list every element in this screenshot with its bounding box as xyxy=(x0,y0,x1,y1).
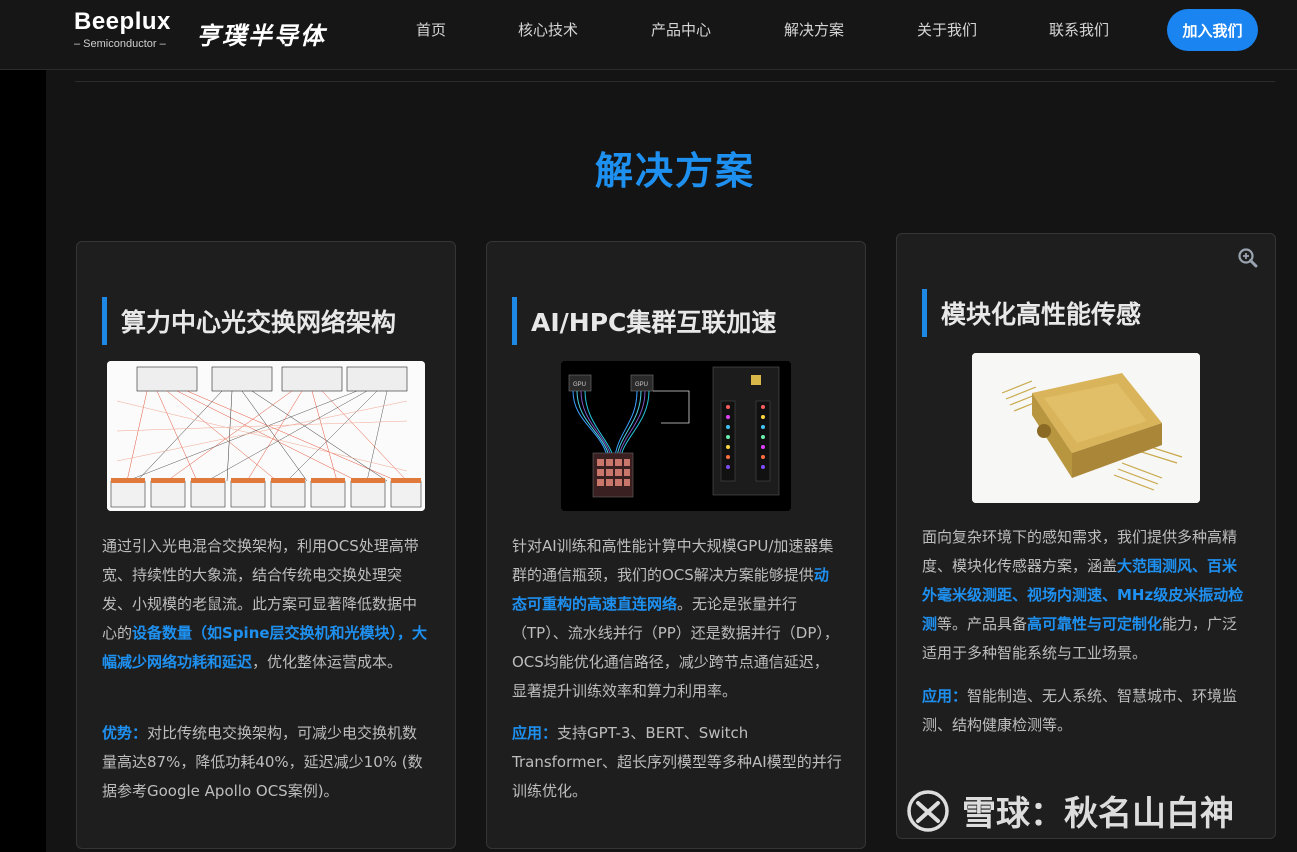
card-title: 算力中心光交换网络架构 xyxy=(102,297,396,345)
card-extra: 应用：智能制造、无人系统、智慧城市、环境监测、结构健康检测等。 xyxy=(922,682,1252,740)
card-description: 通过引入光电混合交换架构，利用OCS处理高带宽、持续性的大象流，结合传统电交换处… xyxy=(102,532,428,677)
application-label: 应用： xyxy=(512,724,558,742)
logo-wordmark: Beeplux xyxy=(74,8,171,35)
application-text: 支持GPT-3、BERT、Switch Transformer、超长序列模型等多… xyxy=(512,724,842,800)
solution-card-sensing: 模块化高性能传感 面向复杂环境下的感知需求，我们提供多种高精度、模块化传感器方案… xyxy=(896,233,1276,839)
brand-logo[interactable]: Beeplux – Semiconductor – xyxy=(74,8,184,58)
logo-chinese-name: 亨璞半导体 xyxy=(196,21,326,50)
xueqiu-logo-icon xyxy=(906,789,950,833)
zoom-in-icon[interactable] xyxy=(1238,248,1258,268)
card-description: 面向复杂环境下的感知需求，我们提供多种高精度、模块化传感器方案，涵盖大范围测风、… xyxy=(922,523,1252,668)
desc-part: 针对AI训练和高性能计算中大规模GPU/加速器集群的通信瓶颈，我们的OCS解决方… xyxy=(512,537,834,584)
advantage-text: 对比传统电交换架构，可减少电交换机数量高达87%，降低功耗40%，延迟减少10%… xyxy=(102,724,423,800)
nav-item-core-tech[interactable]: 核心技术 xyxy=(518,19,578,40)
advantage-label: 优势： xyxy=(102,724,148,742)
solution-card-ocs: 算力中心光交换网络架构 通过引入光电混合交换架构，利用OCS处理高带宽、持续性的… xyxy=(76,241,456,849)
watermark-text: 雪球：秋名山白神 xyxy=(962,794,1234,834)
desc-part: ，优化整体运营成本。 xyxy=(252,653,403,671)
gpu-cluster-interconnect: GPU GPU xyxy=(561,361,791,511)
solution-card-ai-hpc: AI/HPC集群互联加速 GPU GPU 针对AI训练和高性能计算中大规模GPU… xyxy=(486,241,866,849)
application-text: 智能制造、无人系统、智慧城市、环境监测、结构健康检测等。 xyxy=(922,687,1238,734)
join-us-button[interactable]: 加入我们 xyxy=(1167,9,1258,51)
nav-item-home[interactable]: 首页 xyxy=(416,19,446,40)
card-extra: 优势：对比传统电交换架构，可减少电交换机数量高达87%，降低功耗40%，延迟减少… xyxy=(102,719,428,806)
section-title: 解决方案 xyxy=(594,149,755,193)
application-label: 应用： xyxy=(922,687,968,705)
nav-item-contact[interactable]: 联系我们 xyxy=(1049,19,1109,40)
nav-item-products[interactable]: 产品中心 xyxy=(651,19,711,40)
desc-part: 等。产品具备 xyxy=(937,615,1028,633)
site-header: Beeplux – Semiconductor – 亨璞半导体 首页 核心技术 … xyxy=(0,0,1297,70)
section-divider xyxy=(75,81,1275,82)
card-description: 针对AI训练和高性能计算中大规模GPU/加速器集群的通信瓶颈，我们的OCS解决方… xyxy=(512,532,842,706)
ocs-network-diagram xyxy=(107,361,425,511)
gpu-label-1: GPU xyxy=(573,382,586,388)
desc-highlight: 高可靠性与可定制化 xyxy=(1027,615,1163,633)
logo-tagline: – Semiconductor – xyxy=(74,38,166,50)
card-title: 模块化高性能传感 xyxy=(922,289,1141,337)
card-extra: 应用：支持GPT-3、BERT、Switch Transformer、超长序列模… xyxy=(512,719,842,806)
gpu-label-2: GPU xyxy=(635,382,648,388)
card-title: AI/HPC集群互联加速 xyxy=(512,297,776,345)
nav-item-about[interactable]: 关于我们 xyxy=(917,19,977,40)
sensor-module-photo xyxy=(972,353,1200,503)
nav-item-solutions[interactable]: 解决方案 xyxy=(784,19,844,40)
xueqiu-watermark: 雪球：秋名山白神 xyxy=(906,786,1234,835)
